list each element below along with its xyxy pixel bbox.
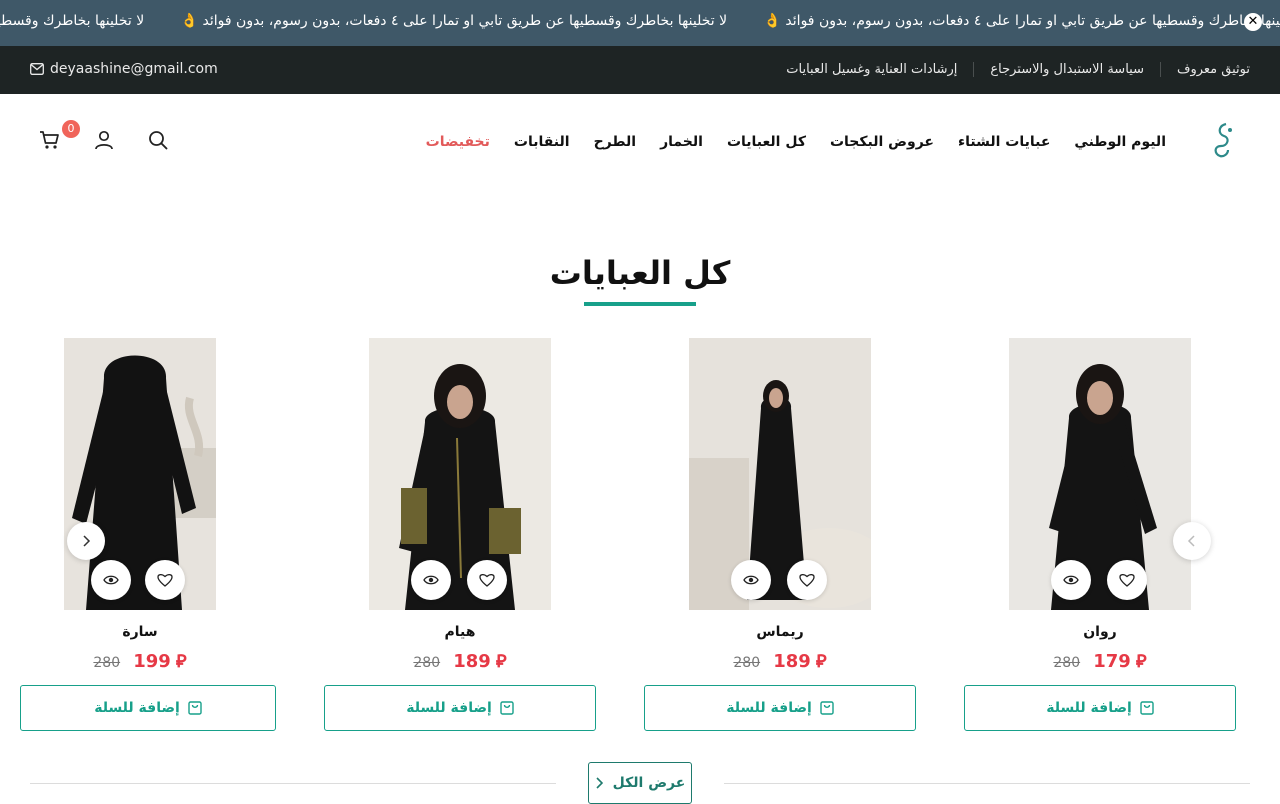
divider-right bbox=[724, 783, 1250, 784]
bag-icon bbox=[1140, 701, 1154, 715]
nav-item-winter-abayas[interactable]: عبايات الشتاء bbox=[958, 134, 1050, 150]
nav-item-sale[interactable]: تخفيضات bbox=[426, 134, 490, 150]
nav-item-khimar[interactable]: الخمار bbox=[660, 134, 703, 150]
cart-icon bbox=[40, 131, 59, 149]
product-old-price: 280 bbox=[93, 655, 121, 671]
add-to-cart-label: إضافة للسلة bbox=[94, 700, 180, 716]
product-card[interactable]: سارة ⃁ 199 280 إضافة للسلة bbox=[4, 338, 276, 732]
email-text: deyaashine@gmail.com bbox=[50, 61, 218, 77]
main-nav: اليوم الوطني عبايات الشتاء عروض البكجات … bbox=[426, 134, 1166, 150]
product-old-price: 280 bbox=[1053, 655, 1081, 671]
announcement-text: لا تخلينها بخاطرك وقسطيها عن طريق تابي ا… bbox=[0, 13, 145, 29]
logo[interactable] bbox=[1208, 120, 1238, 164]
product-name[interactable]: هيام bbox=[324, 624, 596, 640]
nav-item-all-abayas[interactable]: كل العبايات bbox=[727, 134, 806, 150]
product-image[interactable] bbox=[369, 338, 551, 610]
announcement-text: لا تخلينها بخاطرك وقسطيها عن طريق تابي ا… bbox=[180, 13, 728, 29]
product-image[interactable] bbox=[64, 338, 216, 610]
heart-icon bbox=[1119, 574, 1135, 587]
product-price: 189 bbox=[773, 651, 811, 672]
carousel-next-button[interactable] bbox=[67, 522, 105, 560]
divider-left bbox=[30, 783, 556, 784]
product-prices: ⃁ 189 280 bbox=[324, 649, 596, 672]
view-all-button[interactable]: عرض الكل bbox=[588, 762, 692, 804]
carousel-prev-button[interactable] bbox=[1173, 522, 1211, 560]
eye-icon bbox=[743, 575, 759, 585]
announcement-bar: لا تخلينها بخاطرك وقسطيها عن طريق تابي ا… bbox=[0, 0, 1280, 46]
currency-symbol: ⃁ bbox=[1135, 651, 1147, 672]
top-links: توثيق معروف سياسة الاستبدال والاسترجاع إ… bbox=[770, 62, 1250, 77]
add-to-cart-button[interactable]: إضافة للسلة bbox=[644, 685, 916, 731]
add-to-cart-button[interactable]: إضافة للسلة bbox=[964, 685, 1236, 731]
link-return-policy[interactable]: سياسة الاستبدال والاسترجاع bbox=[973, 62, 1160, 77]
link-maroof[interactable]: توثيق معروف bbox=[1159, 62, 1250, 77]
quick-view-button[interactable] bbox=[411, 560, 451, 600]
bag-icon bbox=[500, 701, 514, 715]
product-prices: ⃁ 199 280 bbox=[4, 649, 276, 672]
chevron-right-icon bbox=[83, 535, 91, 547]
product-price: 189 bbox=[453, 651, 491, 672]
eye-icon bbox=[1063, 575, 1079, 585]
view-all-label: عرض الكل bbox=[612, 775, 686, 791]
eye-icon bbox=[423, 575, 439, 585]
announcement-track: لا تخلينها بخاطرك وقسطيها عن طريق تابي ا… bbox=[0, 13, 1280, 29]
bag-icon bbox=[820, 701, 834, 715]
cart-count-badge: 0 bbox=[62, 120, 80, 138]
top-info-bar: deyaashine@gmail.com توثيق معروف سياسة ا… bbox=[0, 46, 1280, 94]
announcement-text: لا تخلينها بخاطرك وقسطيها عن طريق تابي ا… bbox=[763, 13, 1280, 29]
product-prices: ⃁ 189 280 bbox=[644, 649, 916, 672]
product-name[interactable]: ريماس bbox=[644, 624, 916, 640]
quick-view-button[interactable] bbox=[91, 560, 131, 600]
nav-item-national-day[interactable]: اليوم الوطني bbox=[1074, 134, 1166, 150]
heart-icon bbox=[157, 574, 173, 587]
product-card[interactable]: ريماس ⃁ 189 280 إضافة للسلة bbox=[644, 338, 916, 732]
currency-symbol: ⃁ bbox=[815, 651, 827, 672]
mail-icon bbox=[30, 63, 44, 75]
product-prices: ⃁ 179 280 bbox=[964, 649, 1236, 672]
add-to-cart-label: إضافة للسلة bbox=[406, 700, 492, 716]
nav-item-scarves[interactable]: الطرح bbox=[594, 134, 637, 150]
nav-item-package-offers[interactable]: عروض البكجات bbox=[830, 134, 934, 150]
wishlist-button[interactable] bbox=[787, 560, 827, 600]
wishlist-button[interactable] bbox=[467, 560, 507, 600]
chevron-right-icon bbox=[596, 777, 603, 789]
header-icons: 0 bbox=[38, 120, 172, 154]
nav-item-niqabs[interactable]: النقابات bbox=[514, 134, 570, 150]
wishlist-button[interactable] bbox=[1107, 560, 1147, 600]
add-to-cart-label: إضافة للسلة bbox=[1046, 700, 1132, 716]
link-care-guide[interactable]: إرشادات العناية وغسيل العبايات bbox=[770, 62, 973, 77]
close-icon[interactable]: ✕ bbox=[1244, 13, 1262, 31]
product-name[interactable]: سارة bbox=[4, 624, 276, 640]
product-price: 179 bbox=[1093, 651, 1131, 672]
account-button[interactable] bbox=[92, 128, 118, 154]
add-to-cart-button[interactable]: إضافة للسلة bbox=[324, 685, 596, 731]
quick-view-button[interactable] bbox=[731, 560, 771, 600]
product-image[interactable] bbox=[1009, 338, 1191, 610]
contact-email[interactable]: deyaashine@gmail.com bbox=[30, 61, 218, 77]
title-underline bbox=[584, 302, 696, 306]
site-header: اليوم الوطني عبايات الشتاء عروض البكجات … bbox=[0, 94, 1280, 190]
product-image[interactable] bbox=[689, 338, 871, 610]
chevron-left-icon bbox=[1187, 535, 1195, 547]
heart-icon bbox=[479, 574, 495, 587]
search-icon bbox=[149, 131, 168, 150]
quick-view-button[interactable] bbox=[1051, 560, 1091, 600]
add-to-cart-label: إضافة للسلة bbox=[726, 700, 812, 716]
currency-symbol: ⃁ bbox=[175, 651, 187, 672]
heart-icon bbox=[799, 574, 815, 587]
section-title: كل العبايات bbox=[549, 254, 731, 292]
add-to-cart-button[interactable]: إضافة للسلة bbox=[20, 685, 276, 731]
product-name[interactable]: روان bbox=[964, 624, 1236, 640]
user-icon bbox=[95, 130, 113, 150]
product-old-price: 280 bbox=[413, 655, 441, 671]
bag-icon bbox=[188, 701, 202, 715]
product-price: 199 bbox=[133, 651, 171, 672]
product-old-price: 280 bbox=[733, 655, 761, 671]
currency-symbol: ⃁ bbox=[495, 651, 507, 672]
cart-button[interactable]: 0 bbox=[38, 120, 80, 154]
wishlist-button[interactable] bbox=[145, 560, 185, 600]
search-button[interactable] bbox=[146, 128, 172, 154]
product-card[interactable]: هيام ⃁ 189 280 إضافة للسلة bbox=[324, 338, 596, 732]
eye-icon bbox=[103, 575, 119, 585]
